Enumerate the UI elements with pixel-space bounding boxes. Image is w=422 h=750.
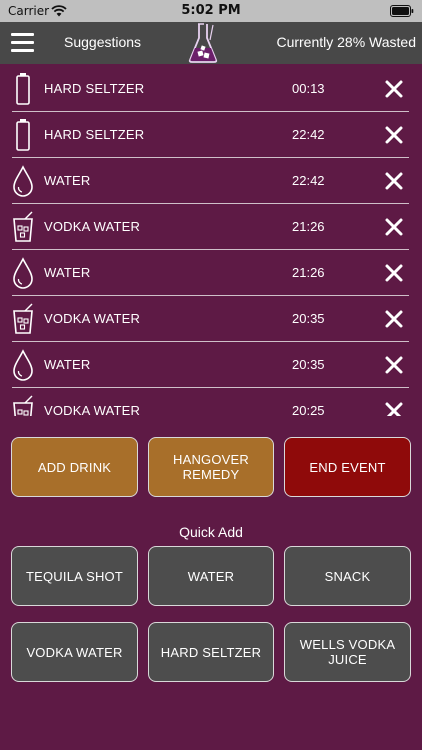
quick-add-snack-button[interactable]: SNACK — [284, 546, 411, 606]
drink-row: WATER 21:26 — [12, 250, 409, 296]
drink-row: WATER 22:42 — [12, 158, 409, 204]
drink-name: WATER — [44, 173, 91, 188]
quick-add-wells-vodka-juice-button[interactable]: WELLS VODKA JUICE — [284, 622, 411, 682]
flask-logo-icon — [188, 23, 218, 63]
drink-time: 22:42 — [292, 127, 325, 142]
delete-x-icon[interactable] — [384, 125, 404, 145]
delete-x-icon[interactable] — [384, 401, 404, 416]
hangover-remedy-label-line1: HANGOVER — [172, 452, 249, 467]
end-event-label: END EVENT — [309, 459, 386, 475]
drink-row: WATER 20:35 — [12, 342, 409, 388]
can-icon — [16, 119, 30, 151]
quick-add-label: VODKA WATER — [26, 644, 123, 660]
drink-time: 20:35 — [292, 311, 325, 326]
battery-icon — [390, 5, 414, 17]
mixed-drink-glass-icon — [13, 303, 33, 334]
drink-name: VODKA WATER — [44, 403, 141, 416]
drink-name: HARD SELTZER — [44, 81, 145, 96]
drink-time: 22:42 — [292, 173, 325, 188]
drink-name: WATER — [44, 265, 91, 280]
delete-x-icon[interactable] — [384, 79, 404, 99]
quick-add-label: TEQUILA SHOT — [25, 568, 124, 584]
quick-add-label: WATER — [187, 568, 235, 584]
drink-row: VODKA WATER 20:35 — [12, 296, 409, 342]
delete-x-icon[interactable] — [384, 355, 404, 375]
suggestions-button[interactable]: Suggestions — [64, 34, 141, 50]
drink-name: HARD SELTZER — [44, 127, 145, 142]
water-drop-icon — [13, 165, 33, 197]
delete-x-icon[interactable] — [384, 263, 404, 283]
drink-history-list[interactable]: HARD SELTZER 00:13 HARD SELTZER 22:42 WA… — [0, 66, 422, 416]
intoxication-status: Currently 28% Wasted — [276, 34, 416, 50]
status-bar: Carrier 5:02 PM — [0, 0, 422, 22]
quick-add-title: Quick Add — [179, 524, 243, 540]
mixed-drink-glass-icon — [13, 395, 33, 416]
drink-time: 21:26 — [292, 265, 325, 280]
add-drink-button[interactable]: ADD DRINK — [11, 437, 138, 497]
mixed-drink-glass-icon — [13, 211, 33, 242]
drink-row: VODKA WATER 20:25 — [12, 388, 409, 416]
drink-name: VODKA WATER — [44, 219, 141, 234]
drink-row: VODKA WATER 21:26 — [12, 204, 409, 250]
water-drop-icon — [13, 349, 33, 381]
can-icon — [16, 73, 30, 105]
drink-time: 20:25 — [292, 403, 325, 416]
delete-x-icon[interactable] — [384, 217, 404, 237]
quick-add-label-line1: WELLS VODKA — [299, 637, 396, 652]
hamburger-menu-icon[interactable] — [11, 33, 34, 53]
quick-add-tequila-shot-button[interactable]: TEQUILA SHOT — [11, 546, 138, 606]
status-time: 5:02 PM — [181, 3, 241, 18]
quick-add-hard-seltzer-button[interactable]: HARD SELTZER — [148, 622, 274, 682]
nav-bar: Suggestions Currently 28% Wasted — [0, 22, 422, 64]
drink-name: WATER — [44, 357, 91, 372]
end-event-button[interactable]: END EVENT — [284, 437, 411, 497]
quick-add-label-line2: JUICE — [328, 652, 367, 667]
delete-x-icon[interactable] — [384, 171, 404, 191]
quick-add-water-button[interactable]: WATER — [148, 546, 274, 606]
hangover-remedy-button[interactable]: HANGOVER REMEDY — [148, 437, 274, 497]
quick-add-vodka-water-button[interactable]: VODKA WATER — [11, 622, 138, 682]
add-drink-label: ADD DRINK — [37, 459, 112, 475]
drink-name: VODKA WATER — [44, 311, 141, 326]
drink-row: HARD SELTZER 00:13 — [12, 66, 409, 112]
drink-time: 00:13 — [292, 81, 325, 96]
quick-add-label: SNACK — [324, 568, 371, 584]
drink-row: HARD SELTZER 22:42 — [12, 112, 409, 158]
hangover-remedy-label-line2: REMEDY — [182, 467, 240, 482]
water-drop-icon — [13, 257, 33, 289]
delete-x-icon[interactable] — [384, 309, 404, 329]
quick-add-label: HARD SELTZER — [160, 644, 262, 660]
drink-time: 20:35 — [292, 357, 325, 372]
drink-time: 21:26 — [292, 219, 325, 234]
